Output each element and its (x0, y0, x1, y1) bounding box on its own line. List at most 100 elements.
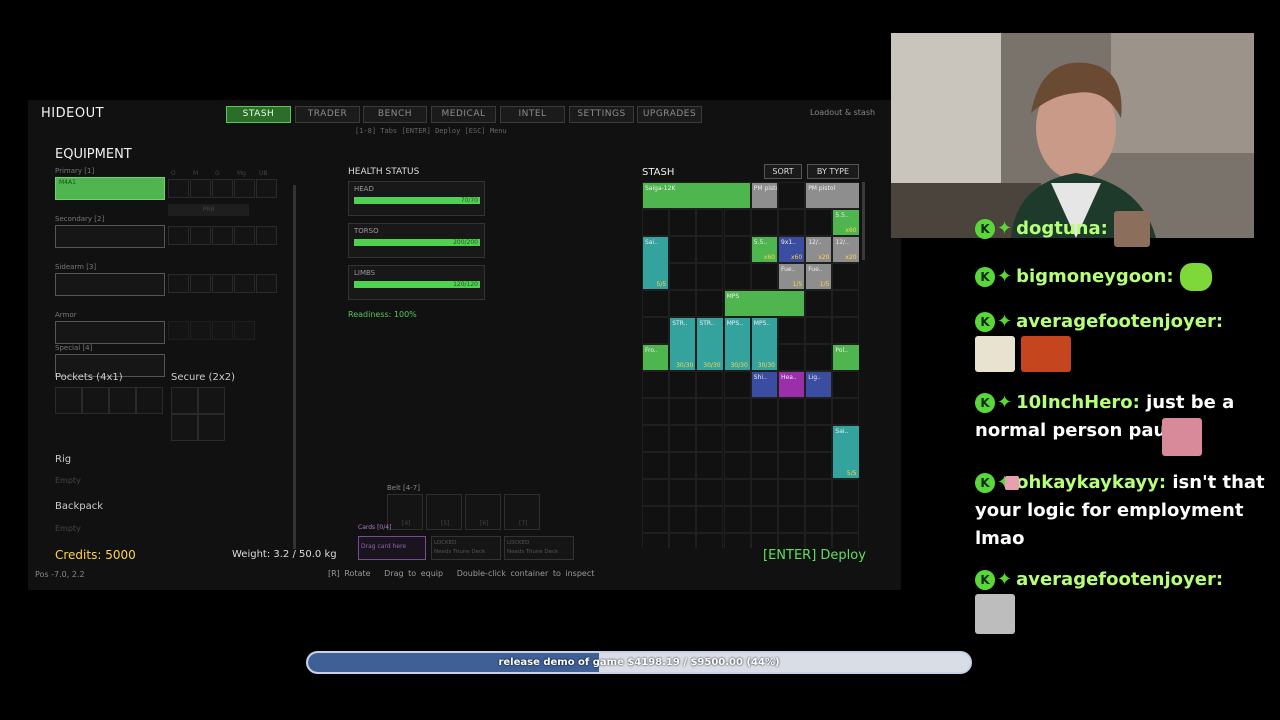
stash-cell[interactable] (696, 452, 724, 479)
mod-slot[interactable] (212, 274, 233, 293)
belt-slot[interactable]: [5] (426, 494, 462, 530)
stash-cell[interactable] (805, 479, 833, 506)
stash-item[interactable]: 12/.. x20 (833, 237, 859, 262)
stash-item[interactable]: STR.. 30/30 (670, 318, 696, 370)
stash-cell[interactable] (669, 506, 697, 533)
stash-cell[interactable] (696, 425, 724, 452)
stash-cell[interactable] (723, 533, 751, 548)
stash-cell[interactable] (669, 263, 697, 290)
belt-slot[interactable]: [4] (387, 494, 423, 530)
rig-value[interactable]: Empty (55, 476, 81, 485)
secure-slot[interactable] (171, 387, 198, 414)
mod-slot[interactable] (190, 226, 211, 245)
stash-item[interactable]: Pol.. (833, 345, 859, 370)
tab-bench[interactable]: BENCH (363, 106, 427, 123)
stash-cell[interactable] (696, 398, 724, 425)
stash-item[interactable]: Hea.. (779, 372, 805, 397)
stash-cell[interactable] (696, 290, 724, 317)
stash-item[interactable]: PM pistol (751, 183, 777, 208)
stash-cell[interactable] (750, 479, 778, 506)
stash-cell[interactable] (696, 236, 724, 263)
mod-slot[interactable] (234, 321, 255, 340)
mod-slot[interactable] (256, 179, 277, 198)
stash-cell[interactable] (669, 398, 697, 425)
stash-cell[interactable] (778, 344, 805, 371)
tab-medical[interactable]: MEDICAL (431, 106, 496, 123)
stash-cell[interactable] (669, 290, 697, 317)
stash-cell[interactable] (723, 479, 751, 506)
stash-cell[interactable] (832, 398, 860, 425)
stash-item[interactable]: MPS (724, 291, 805, 316)
stash-cell[interactable] (696, 506, 724, 533)
pocket-slot[interactable] (82, 387, 109, 414)
stash-cell[interactable] (832, 263, 860, 290)
stash-cell[interactable] (696, 533, 724, 548)
belt-slot[interactable]: [6] (465, 494, 501, 530)
stash-cell[interactable] (778, 398, 805, 425)
secure-slot[interactable] (198, 414, 225, 441)
pocket-slot[interactable] (55, 387, 82, 414)
stash-cell[interactable] (723, 371, 751, 398)
stash-cell[interactable] (805, 425, 833, 452)
belt-slot[interactable]: [7] (504, 494, 540, 530)
stash-cell[interactable] (723, 452, 751, 479)
mod-slot[interactable] (168, 226, 189, 245)
secure-slot[interactable] (198, 387, 225, 414)
stash-item[interactable]: Shi.. (751, 372, 777, 397)
stash-cell[interactable] (832, 290, 860, 317)
armor-slot[interactable] (55, 321, 165, 344)
stash-cell[interactable] (642, 371, 669, 398)
stash-cell[interactable] (832, 506, 860, 533)
sort-button[interactable]: SORT (764, 164, 802, 179)
stash-item[interactable]: 9x1.. x60 (779, 237, 805, 262)
mod-slot[interactable] (168, 321, 189, 340)
stash-scrollbar[interactable] (862, 182, 865, 260)
stash-cell[interactable] (642, 209, 669, 236)
mod-slot[interactable] (234, 274, 255, 293)
stash-cell[interactable] (669, 533, 697, 548)
stash-cell[interactable] (805, 317, 833, 344)
stash-item[interactable]: Fue.. 1/5 (779, 264, 805, 289)
stash-cell[interactable] (805, 506, 833, 533)
stash-cell[interactable] (723, 398, 751, 425)
stash-cell[interactable] (750, 398, 778, 425)
stash-cell[interactable] (750, 425, 778, 452)
stash-item[interactable]: PM pistol (806, 183, 859, 208)
stash-cell[interactable] (750, 533, 778, 548)
tab-trader[interactable]: TRADER (295, 106, 360, 123)
stash-cell[interactable] (696, 371, 724, 398)
deploy-button[interactable]: [ENTER] Deploy (763, 548, 866, 563)
stash-item[interactable]: Fro.. (643, 345, 669, 370)
stash-cell[interactable] (778, 209, 805, 236)
stash-cell[interactable] (778, 182, 805, 209)
mod-slot[interactable] (212, 226, 233, 245)
mod-slot[interactable] (168, 179, 189, 198)
equipment-scrollbar[interactable] (293, 185, 296, 549)
stash-cell[interactable] (723, 506, 751, 533)
stash-item[interactable]: Fue.. 1/5 (806, 264, 832, 289)
stash-cell[interactable] (696, 209, 724, 236)
stash-cell[interactable] (642, 506, 669, 533)
stash-cell[interactable] (778, 317, 805, 344)
stash-item[interactable]: Lig.. (806, 372, 832, 397)
primary-slot[interactable]: M4A1 (55, 177, 165, 200)
stash-cell[interactable] (778, 479, 805, 506)
card-drop-slot[interactable]: Drag card here (358, 536, 426, 560)
mod-slot[interactable] (190, 274, 211, 293)
stash-cell[interactable] (805, 533, 833, 548)
stash-cell[interactable] (723, 425, 751, 452)
stash-item[interactable]: 5.5.. x60 (751, 237, 777, 262)
stash-cell[interactable] (642, 425, 669, 452)
stash-cell[interactable] (642, 479, 669, 506)
stash-cell[interactable] (805, 452, 833, 479)
stash-cell[interactable] (642, 317, 669, 344)
stash-cell[interactable] (669, 209, 697, 236)
tab-settings[interactable]: SETTINGS (569, 106, 634, 123)
stash-cell[interactable] (750, 452, 778, 479)
stash-item[interactable]: 5.5.. x60 (833, 210, 859, 235)
stash-cell[interactable] (723, 236, 751, 263)
stash-item[interactable]: 12/.. x20 (806, 237, 832, 262)
stash-cell[interactable] (832, 317, 860, 344)
tab-stash[interactable]: STASH (226, 106, 291, 123)
stash-cell[interactable] (669, 371, 697, 398)
